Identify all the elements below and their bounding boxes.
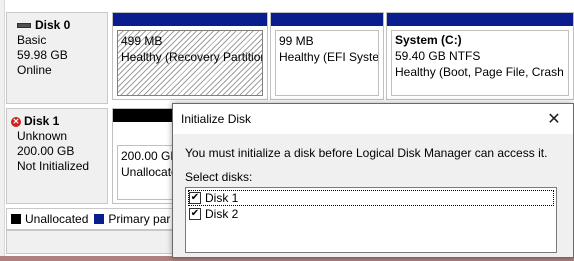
disk-select-list[interactable]: ✔ Disk 1 ✔ Disk 2	[185, 187, 557, 253]
disk-list-label: Disk 2	[205, 207, 239, 221]
partition-status: Healthy (Boot, Page File, Crash Du	[395, 65, 569, 79]
dialog-title-bar[interactable]: Initialize Disk ✕	[173, 104, 573, 134]
partition-system-c[interactable]: System (C:) 59.40 GB NTFS Healthy (Boot,…	[386, 12, 574, 100]
partition-recovery-body: 499 MB Healthy (Recovery Partition	[117, 30, 263, 96]
legend-label: Unallocated	[25, 212, 89, 226]
partition-system-body: System (C:) 59.40 GB NTFS Healthy (Boot,…	[391, 30, 569, 96]
disk-1-type: Unknown	[17, 129, 68, 143]
disk-error-icon: ✕	[11, 116, 21, 127]
disk-0-size: 59.98 GB	[17, 48, 68, 62]
partition-status: Healthy (Recovery Partition	[121, 50, 263, 64]
disk-1-status: Not Initialized	[17, 159, 90, 173]
partition-name: System (C:)	[395, 33, 462, 47]
disk-0-status: Online	[17, 63, 52, 77]
disk-list-label: Disk 1	[205, 191, 239, 205]
disk-1-title: Disk 1	[24, 114, 60, 128]
partition-size: 59.40 GB NTFS	[395, 49, 481, 63]
dialog-title: Initialize Disk	[181, 112, 252, 126]
disk-1-size: 200.00 GB	[17, 144, 75, 158]
partition-size: 99 MB	[279, 34, 314, 48]
checkbox-checked-icon[interactable]: ✔	[189, 208, 201, 220]
primary-partition-bar	[271, 13, 383, 26]
primary-partition-bar	[113, 13, 267, 26]
legend-label: Primary par	[108, 212, 171, 226]
checkbox-checked-icon[interactable]: ✔	[189, 192, 201, 204]
disk-1-name: ✕ Disk 1	[11, 114, 107, 129]
close-icon[interactable]: ✕	[541, 107, 567, 131]
partition-size: 499 MB	[121, 34, 163, 48]
legend: Unallocated Primary par	[6, 208, 174, 230]
disk-0-label[interactable]: Disk 0 Basic 59.98 GB Online	[6, 12, 108, 104]
dialog-body: You must initialize a disk before Logica…	[173, 134, 573, 253]
left-border	[0, 0, 5, 256]
disk-0-type: Basic	[17, 33, 47, 47]
disk-list-item[interactable]: ✔ Disk 1	[188, 190, 554, 206]
disk-online-icon	[17, 23, 31, 28]
disk-0-title: Disk 0	[35, 18, 71, 32]
initialize-disk-dialog: Initialize Disk ✕ You must initialize a …	[172, 103, 574, 258]
select-disks-label: Select disks:	[185, 170, 253, 184]
primary-partition-bar	[387, 13, 573, 26]
status-strip	[6, 230, 174, 254]
partition-efi[interactable]: 99 MB Healthy (EFI System	[270, 12, 384, 100]
disk-0-name: Disk 0	[17, 18, 107, 33]
partition-efi-body: 99 MB Healthy (EFI System	[275, 30, 379, 96]
unallocated-swatch-icon	[11, 214, 21, 224]
disk-1-label[interactable]: ✕ Disk 1 Unknown 200.00 GB Not Initializ…	[6, 108, 108, 204]
primary-swatch-icon	[94, 214, 105, 224]
partition-status: Healthy (EFI System	[279, 50, 379, 64]
legend-item-primary: Primary par	[94, 212, 170, 226]
dialog-message: You must initialize a disk before Logica…	[185, 146, 548, 160]
partition-recovery[interactable]: 499 MB Healthy (Recovery Partition	[112, 12, 268, 100]
disk-list-item[interactable]: ✔ Disk 2	[188, 206, 554, 222]
legend-item-unallocated: Unallocated	[11, 212, 88, 226]
